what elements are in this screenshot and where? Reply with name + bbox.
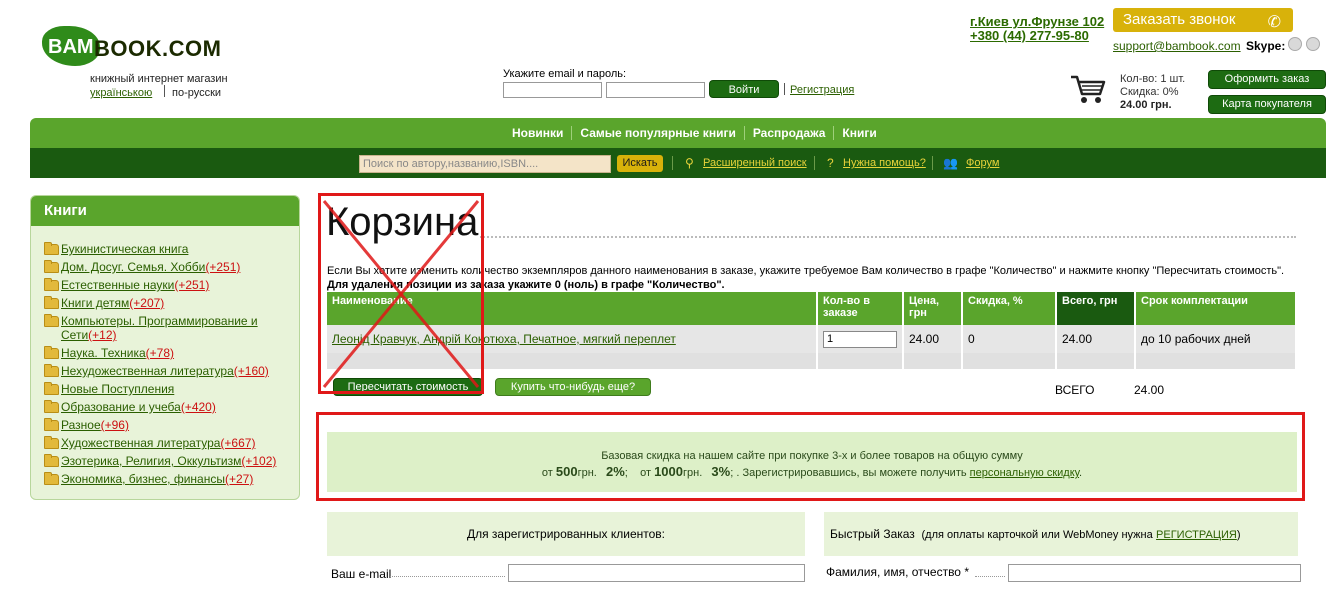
logo-mark: BAM — [42, 26, 100, 66]
fullname-field[interactable] — [1008, 564, 1301, 582]
password-input[interactable] — [606, 82, 705, 98]
category-item[interactable]: Художественная литература(+667) — [44, 436, 299, 450]
skype-status-icon[interactable] — [1288, 37, 1302, 51]
cart-total: 24.00 грн. — [1120, 99, 1172, 111]
col-price-header: Цена, грн — [903, 292, 963, 325]
discount-cell: 0 — [962, 325, 1057, 353]
category-item[interactable]: Экономика, бизнес, финансы(+27) — [44, 472, 299, 486]
title-divider — [480, 236, 1296, 238]
folder-icon — [44, 400, 59, 413]
label-leader — [390, 576, 505, 577]
help-link[interactable]: Нужна помощь? — [843, 157, 926, 169]
store-address[interactable]: г.Киев ул.Фрунзе 102 — [970, 14, 1104, 29]
shopping-cart-icon[interactable] — [1070, 74, 1106, 106]
fullname-field-label: Фамилия, имя, отчество * — [826, 565, 969, 579]
category-item[interactable]: Наука. Техника(+78) — [44, 346, 299, 360]
category-list: Букинистическая книга Дом. Досуг. Семья.… — [31, 226, 299, 486]
registration-link[interactable]: РЕГИСТРАЦИЯ — [1156, 529, 1237, 541]
category-sidebar: Книги Букинистическая книга Дом. Досуг. … — [30, 195, 300, 500]
grand-total-label: ВСЕГО — [1055, 383, 1095, 397]
category-item[interactable]: Нехудожественная литература(+160) — [44, 364, 299, 378]
total-cell: 24.00 — [1056, 325, 1136, 353]
nav-divider — [932, 156, 933, 170]
category-item[interactable]: Дом. Досуг. Семья. Хобби(+251) — [44, 260, 299, 274]
phone-icon: ✆ — [1267, 14, 1281, 31]
folder-icon — [44, 472, 59, 485]
folder-icon — [44, 296, 59, 309]
tagline: книжный интернет магазин — [90, 73, 228, 85]
registered-clients-header: Для зарегистрированных клиентов: — [327, 512, 805, 556]
cart-discount: Скидка: 0% — [1120, 86, 1179, 98]
login-label: Укажите email и пароль: — [503, 68, 627, 80]
nav-item-popular[interactable]: Самые популярные книги — [572, 126, 745, 140]
callback-label: Заказать звонок — [1123, 11, 1236, 28]
folder-icon — [44, 278, 59, 291]
folder-icon — [44, 314, 59, 327]
skype-status-icon[interactable] — [1306, 37, 1320, 51]
category-item[interactable]: Разное(+96) — [44, 418, 299, 432]
term-cell: до 10 рабочих дней — [1135, 325, 1297, 353]
folder-icon — [44, 436, 59, 449]
quantity-input[interactable]: 1 — [823, 330, 897, 348]
register-divider — [784, 83, 785, 95]
label-leader — [975, 576, 1005, 577]
category-item[interactable]: Новые Поступления — [44, 382, 299, 396]
grand-total-value: 24.00 — [1134, 383, 1165, 397]
logo[interactable]: BAM BOOK.COM — [42, 22, 232, 72]
nav-item-books[interactable]: Книги — [834, 126, 884, 140]
folder-icon — [44, 346, 59, 359]
support-email-link[interactable]: support@bambook.com — [1113, 39, 1241, 53]
folder-icon — [44, 454, 59, 467]
forum-link[interactable]: Форум — [966, 157, 999, 169]
cart-summary: Кол-во: 1 шт. Скидка: 0% 24.00 грн. — [1120, 73, 1185, 112]
lang-russian-current: по-русски — [172, 87, 222, 99]
lang-ukrainian-link[interactable]: українською — [90, 87, 152, 99]
col-term-header: Срок комплектации — [1135, 292, 1297, 325]
search-icon: ⚲ — [685, 156, 694, 170]
email-field-label: Ваш e-mail — [331, 567, 392, 581]
folder-icon — [44, 382, 59, 395]
annotation-cross-out — [322, 200, 480, 388]
lang-divider — [164, 85, 165, 97]
folder-icon — [44, 364, 59, 377]
users-icon: 👥 — [943, 156, 958, 170]
cart-count: Кол-во: 1 шт. — [1120, 73, 1186, 85]
annotation-highlight-box — [316, 412, 1305, 501]
category-item[interactable]: Образование и учеба(+420) — [44, 400, 299, 414]
callback-button[interactable]: Заказать звонок ✆ — [1113, 8, 1293, 32]
folder-icon — [44, 242, 59, 255]
continue-shopping-button[interactable]: Купить что-нибудь еще? — [495, 378, 651, 396]
main-nav: Новинки Самые популярные книги Распродаж… — [30, 118, 1326, 148]
email-field[interactable] — [508, 564, 805, 582]
nav-item-new[interactable]: Новинки — [504, 126, 573, 140]
search-input[interactable]: Поиск по автору,названию,ISBN.... — [359, 155, 611, 173]
checkout-button[interactable]: Оформить заказ — [1208, 70, 1326, 89]
register-link[interactable]: Регистрация — [790, 84, 854, 96]
col-discount-header: Скидка, % — [962, 292, 1057, 325]
search-button[interactable]: Искать — [617, 155, 663, 172]
login-button[interactable]: Войти — [709, 80, 779, 98]
col-qty-header: Кол-во в заказе — [817, 292, 904, 325]
folder-icon — [44, 418, 59, 431]
email-login-input[interactable] — [503, 82, 602, 98]
store-phone[interactable]: +380 (44) 277-95-80 — [970, 28, 1089, 43]
col-total-header: Всего, грн — [1056, 292, 1136, 325]
loyalty-card-button[interactable]: Карта покупателя — [1208, 95, 1326, 114]
category-item[interactable]: Книги детям(+207) — [44, 296, 299, 310]
help-icon: ? — [827, 156, 834, 170]
folder-icon — [44, 260, 59, 273]
category-item[interactable]: Компьютеры. Программирование и Сети(+12) — [44, 314, 274, 342]
price-cell: 24.00 — [903, 325, 963, 353]
skype-label: Skype: — [1246, 39, 1286, 53]
nav-divider — [814, 156, 815, 170]
quick-order-header: Быстрый Заказ (для оплаты карточкой или … — [824, 512, 1298, 556]
nav-divider — [672, 156, 673, 170]
nav-item-sale[interactable]: Распродажа — [745, 126, 835, 140]
category-item[interactable]: Естественные науки(+251) — [44, 278, 299, 292]
advanced-search-link[interactable]: Расширенный поиск — [703, 157, 807, 169]
search-bar: Поиск по автору,названию,ISBN.... Искать… — [30, 148, 1326, 178]
category-item[interactable]: Эзотерика, Религия, Оккультизм(+102) — [44, 454, 299, 468]
category-item[interactable]: Букинистическая книга — [44, 242, 299, 256]
sidebar-title: Книги — [31, 196, 299, 226]
